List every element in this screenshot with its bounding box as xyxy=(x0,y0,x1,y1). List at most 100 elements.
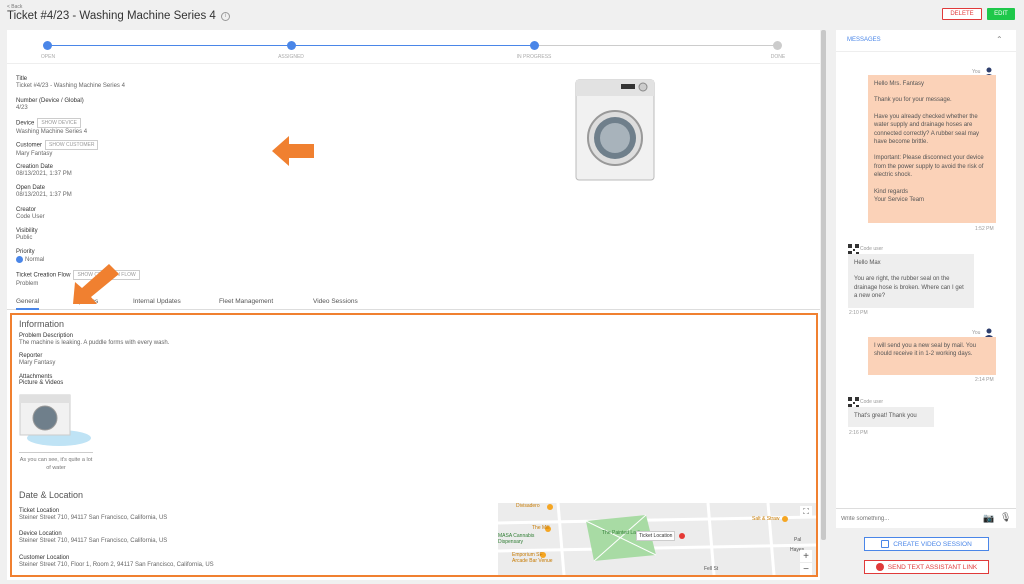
field-device: Device SHOW DEVICE Washing Machine Series… xyxy=(16,118,87,135)
field-creator: Creator Code User xyxy=(16,207,45,220)
tab-internal-updates[interactable]: Internal Updates xyxy=(133,298,181,305)
delete-button[interactable]: DELETE xyxy=(942,8,982,20)
priority-icon xyxy=(16,256,23,263)
map-label-emporium: Emporium SF Arcade Bar Venue xyxy=(512,552,553,564)
general-tab-panel: Information Problem Description The mach… xyxy=(10,313,818,577)
tab-general[interactable]: General xyxy=(16,298,40,310)
microphone-icon[interactable]: 🎙 xyxy=(1000,512,1011,523)
date-location-heading: Date & Location xyxy=(19,490,84,500)
field-number-value: 4/23 xyxy=(16,105,28,111)
message-2-line: You are right, the rubber seal on the dr… xyxy=(854,276,964,300)
message-input[interactable] xyxy=(841,513,976,525)
highlight-arrow-left-icon xyxy=(272,136,314,166)
problem-description-label: Problem Description xyxy=(19,333,74,339)
field-visibility-value: Public xyxy=(16,235,33,241)
map-zoom-out-icon[interactable]: − xyxy=(800,563,812,575)
messages-header: MESSAGES ⌃ xyxy=(836,30,1016,52)
customer-location-label: Customer Location xyxy=(19,555,70,561)
messages-panel: MESSAGES ⌃ You Hello Mrs. Fantasy Thank … xyxy=(836,30,1016,508)
message-3-text: I will send you a new seal by mail. You … xyxy=(874,343,977,358)
field-device-label-row: Device SHOW DEVICE xyxy=(16,118,87,128)
edit-button[interactable]: EDIT xyxy=(987,8,1015,20)
message-sender-code-user: Code user xyxy=(860,399,884,405)
reporter-value: Mary Fantasy xyxy=(19,360,56,366)
field-creation-flow-label: Ticket Creation Flow xyxy=(16,272,71,279)
message-sender-you: You xyxy=(972,330,981,336)
field-creator-value: Code User xyxy=(16,214,45,220)
message-1-line: Hello Mrs. Fantasy xyxy=(874,81,925,87)
field-device-value: Washing Machine Series 4 xyxy=(16,129,88,135)
show-device-button[interactable]: SHOW DEVICE xyxy=(37,118,81,128)
send-text-assistant-link-label: SEND TEXT ASSISTANT LINK xyxy=(887,563,978,571)
message-1-time: 1:52 PM xyxy=(975,226,994,232)
message-1-line: Kind regards xyxy=(874,188,909,195)
messages-heading: MESSAGES xyxy=(847,37,881,43)
field-customer-label-row: Customer SHOW CUSTOMER xyxy=(16,140,99,150)
field-creation-date-value: 08/13/2021, 1:37 PM xyxy=(16,171,72,177)
top-bar: < Back Ticket #4/23 - Washing Machine Se… xyxy=(0,0,1024,28)
message-1-line: Have you already checked whether the wat… xyxy=(874,113,980,146)
create-video-session-button[interactable]: CREATE VIDEO SESSION xyxy=(864,537,989,551)
message-1-gap xyxy=(874,180,990,188)
field-device-label: Device xyxy=(16,120,35,127)
create-video-session-label: CREATE VIDEO SESSION xyxy=(893,540,972,548)
attachment-thumbnail[interactable] xyxy=(19,394,91,448)
camera-icon[interactable]: 📷 xyxy=(983,513,994,524)
message-4-time: 2:16 PM xyxy=(849,430,868,436)
field-creation-date: Creation Date 08/13/2021, 1:37 PM xyxy=(16,164,72,177)
page-title-text: Ticket #4/23 - Washing Machine Series 4 xyxy=(7,10,216,22)
step-open-label: OPEN xyxy=(40,54,56,60)
information-heading: Information xyxy=(19,319,65,329)
message-bubble-3: I will send you a new seal by mail. You … xyxy=(868,337,996,375)
customer-location: Customer Location Steiner Street 710, Fl… xyxy=(19,555,214,568)
field-number: Number (Device / Global) 4/23 xyxy=(16,98,84,111)
message-2-time: 2:10 PM xyxy=(849,310,868,316)
field-title: Title Ticket #4/23 - Washing Machine Ser… xyxy=(16,76,125,89)
step-assigned-dot[interactable] xyxy=(287,41,296,50)
chevron-up-icon[interactable]: ⌃ xyxy=(996,35,1003,44)
problem-description: Problem Description The machine is leaki… xyxy=(19,333,169,346)
field-number-label: Number (Device / Global) xyxy=(16,98,84,104)
main-scrollbar[interactable] xyxy=(821,30,826,540)
field-title-label: Title xyxy=(16,76,28,82)
step-open-dot[interactable] xyxy=(43,41,52,50)
field-creator-label: Creator xyxy=(16,207,37,213)
field-customer-value: Mary Fantasy xyxy=(16,151,53,157)
map-ticket-location-marker[interactable]: Ticket Location xyxy=(636,531,676,541)
field-open-date: Open Date 08/13/2021, 1:37 PM xyxy=(16,185,72,198)
message-1-gap xyxy=(874,105,990,113)
message-sender-code-user: Code user xyxy=(860,246,884,252)
show-customer-button[interactable]: SHOW CUSTOMER xyxy=(45,140,99,150)
message-2-line: Hello Max xyxy=(854,260,881,266)
reporter: Reporter Mary Fantasy xyxy=(19,353,55,366)
map-label-divisadero: Divisadero xyxy=(516,503,540,509)
status-stepper: OPEN ASSIGNED IN PROGRESS DONE xyxy=(7,30,820,64)
field-open-date-label: Open Date xyxy=(16,185,46,191)
message-bubble-2: Hello Max You are right, the rubber seal… xyxy=(848,254,974,308)
map-label-the-mill: The Mill xyxy=(532,525,550,531)
message-bubble-1: Hello Mrs. Fantasy Thank you for your me… xyxy=(868,75,996,223)
tab-fleet-management[interactable]: Fleet Management xyxy=(219,298,273,305)
reporter-label: Reporter xyxy=(19,353,43,359)
assistant-link-icon xyxy=(875,563,884,571)
field-open-date-value: 08/13/2021, 1:37 PM xyxy=(16,192,72,198)
send-text-assistant-link-button[interactable]: SEND TEXT ASSISTANT LINK xyxy=(864,560,989,574)
step-in-progress-dot[interactable] xyxy=(530,41,539,50)
message-2-gap xyxy=(854,267,968,275)
device-location: Device Location Steiner Street 710, 9411… xyxy=(19,531,167,544)
map-zoom-in-icon[interactable]: + xyxy=(800,550,812,562)
caption-divider xyxy=(19,452,93,453)
message-input-bar: 📷 🎙 xyxy=(836,508,1016,528)
step-done-dot[interactable] xyxy=(773,41,782,50)
field-title-value: Ticket #4/23 - Washing Machine Series 4 xyxy=(16,83,125,89)
device-image xyxy=(575,79,655,181)
step-done-label: DONE xyxy=(770,54,786,60)
message-bubble-4: That's great! Thank you xyxy=(848,407,934,427)
tab-video-sessions[interactable]: Video Sessions xyxy=(313,298,358,305)
map-fullscreen-icon[interactable]: ⛶ xyxy=(800,506,812,518)
message-1-line: Thank you for your message. xyxy=(874,97,952,104)
location-map[interactable]: Divisadero The Mill The Painted Ladies T… xyxy=(498,503,816,575)
highlight-arrow-down-left-icon xyxy=(73,264,119,304)
messages-sidebar: MESSAGES ⌃ You Hello Mrs. Fantasy Thank … xyxy=(836,30,1016,580)
info-icon[interactable]: i xyxy=(220,11,230,21)
